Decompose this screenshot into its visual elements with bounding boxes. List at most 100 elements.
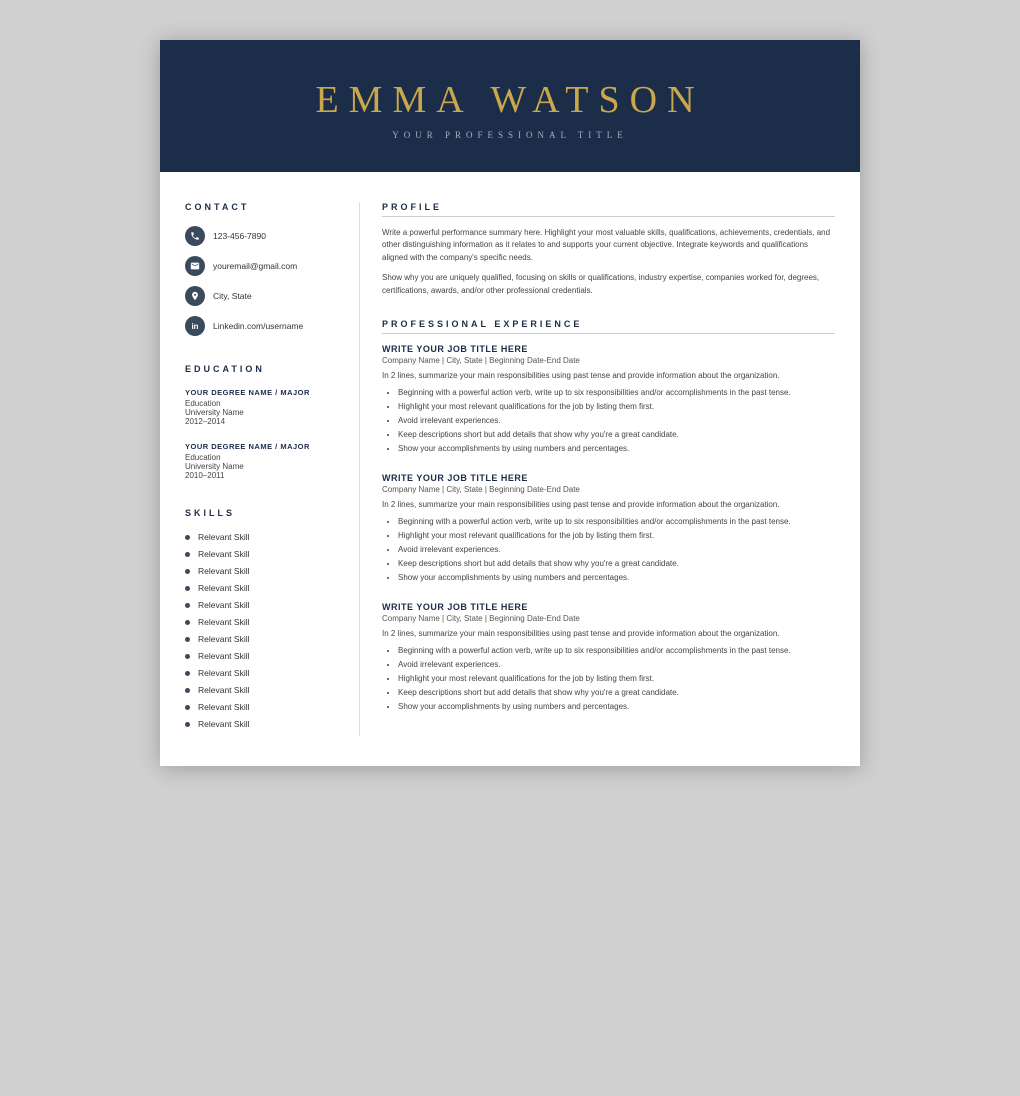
phone-icon [185, 226, 205, 246]
profile-paragraphs: Write a powerful performance summary her… [382, 227, 835, 297]
job-title: WRITE YOUR JOB TITLE HERE [382, 473, 835, 483]
job-summary: In 2 lines, summarize your main responsi… [382, 370, 835, 382]
email-value: youremail@gmail.com [213, 261, 297, 271]
job-bullet-item: Avoid irrelevant experiences. [398, 415, 835, 427]
skill-item: Relevant Skill [185, 685, 339, 695]
skill-bullet [185, 654, 190, 659]
skills-list: Relevant Skill Relevant Skill Relevant Ski… [185, 532, 339, 729]
email-icon [185, 256, 205, 276]
job-summary: In 2 lines, summarize your main responsi… [382, 499, 835, 511]
education-entry-2: YOUR DEGREE NAME / MAJOR Education Unive… [185, 442, 339, 480]
skill-label: Relevant Skill [198, 634, 250, 644]
skill-label: Relevant Skill [198, 617, 250, 627]
resume-header: EMMA WATSON YOUR PROFESSIONAL TITLE [160, 40, 860, 172]
job-summary: In 2 lines, summarize your main responsi… [382, 628, 835, 640]
job-meta: Company Name | City, State | Beginning D… [382, 614, 835, 623]
education-section: EDUCATION YOUR DEGREE NAME / MAJOR Educa… [185, 364, 339, 480]
profile-section: PROFILE Write a powerful performance sum… [382, 202, 835, 297]
job-entry: WRITE YOUR JOB TITLE HERE Company Name | … [382, 473, 835, 584]
job-bullet-item: Keep descriptions short but add details … [398, 687, 835, 699]
skills-section: SKILLS Relevant SkillRelevant SkillRelev… [185, 508, 339, 729]
location-icon [185, 286, 205, 306]
job-meta: Company Name | City, State | Beginning D… [382, 356, 835, 365]
edu-year-1: 2012–2014 [185, 417, 339, 426]
skill-label: Relevant Skill [198, 532, 250, 542]
edu-field-1: Education [185, 399, 339, 408]
skill-bullet [185, 620, 190, 625]
skill-bullet [185, 603, 190, 608]
phone-value: 123-456-7890 [213, 231, 266, 241]
job-bullet-item: Avoid irrelevant experiences. [398, 659, 835, 671]
contact-location: City, State [185, 286, 339, 306]
skill-bullet [185, 637, 190, 642]
skill-label: Relevant Skill [198, 719, 250, 729]
edu-uni-1: University Name [185, 408, 339, 417]
education-entry-1: YOUR DEGREE NAME / MAJOR Education Unive… [185, 388, 339, 426]
skill-item: Relevant Skill [185, 549, 339, 559]
job-bullet-item: Keep descriptions short but add details … [398, 429, 835, 441]
skill-item: Relevant Skill [185, 583, 339, 593]
skill-label: Relevant Skill [198, 600, 250, 610]
skill-bullet [185, 688, 190, 693]
job-bullet-item: Show your accomplishments by using numbe… [398, 701, 835, 713]
contact-linkedin: in Linkedin.com/username [185, 316, 339, 336]
job-bullet-item: Beginning with a powerful action verb, w… [398, 387, 835, 399]
skill-bullet [185, 586, 190, 591]
edu-field-2: Education [185, 453, 339, 462]
job-bullet-item: Show your accomplishments by using numbe… [398, 443, 835, 455]
skill-label: Relevant Skill [198, 566, 250, 576]
jobs-list: WRITE YOUR JOB TITLE HERE Company Name | … [382, 344, 835, 713]
skill-bullet [185, 552, 190, 557]
job-bullets: Beginning with a powerful action verb, w… [382, 387, 835, 455]
job-entry: WRITE YOUR JOB TITLE HERECompany Name | … [382, 602, 835, 713]
skill-item: Relevant Skill [185, 702, 339, 712]
job-bullets: Beginning with a powerful action verb, w… [382, 516, 835, 584]
experience-section-title: PROFESSIONAL EXPERIENCE [382, 319, 835, 334]
professional-title: YOUR PROFESSIONAL TITLE [180, 130, 840, 140]
skill-label: Relevant Skill [198, 702, 250, 712]
left-column: CONTACT 123-456-7890 youremail@gmail.com [160, 202, 360, 736]
skill-bullet [185, 569, 190, 574]
job-bullets: Beginning with a powerful action verb, w… [382, 645, 835, 713]
job-bullet-item: Highlight your most relevant qualificati… [398, 530, 835, 542]
right-column: PROFILE Write a powerful performance sum… [360, 202, 860, 736]
degree-1: YOUR DEGREE NAME / MAJOR [185, 388, 339, 397]
skill-item: Relevant Skill [185, 719, 339, 729]
skill-label: Relevant Skill [198, 685, 250, 695]
contact-email: youremail@gmail.com [185, 256, 339, 276]
skill-bullet [185, 705, 190, 710]
profile-paragraph: Show why you are uniquely qualified, foc… [382, 272, 835, 297]
skill-label: Relevant Skill [198, 668, 250, 678]
skill-item: Relevant Skill [185, 634, 339, 644]
profile-paragraph: Write a powerful performance summary her… [382, 227, 835, 264]
skill-bullet [185, 535, 190, 540]
job-bullet-item: Beginning with a powerful action verb, w… [398, 645, 835, 657]
job-title: WRITE YOUR JOB TITLE HERE [382, 344, 835, 354]
contact-section-title: CONTACT [185, 202, 339, 212]
job-bullet-item: Highlight your most relevant qualificati… [398, 401, 835, 413]
job-bullet-item: Beginning with a powerful action verb, w… [398, 516, 835, 528]
contact-section: CONTACT 123-456-7890 youremail@gmail.com [185, 202, 339, 336]
experience-section: PROFESSIONAL EXPERIENCE WRITE YOUR JOB T… [382, 319, 835, 713]
linkedin-icon: in [185, 316, 205, 336]
location-value: City, State [213, 291, 252, 301]
contact-phone: 123-456-7890 [185, 226, 339, 246]
job-bullet-item: Show your accomplishments by using numbe… [398, 572, 835, 584]
education-section-title: EDUCATION [185, 364, 339, 374]
profile-section-title: PROFILE [382, 202, 835, 217]
skill-bullet [185, 671, 190, 676]
skill-item: Relevant Skill [185, 651, 339, 661]
skill-label: Relevant Skill [198, 583, 250, 593]
job-entry: WRITE YOUR JOB TITLE HERE Company Name | … [382, 344, 835, 455]
linkedin-value: Linkedin.com/username [213, 321, 303, 331]
edu-uni-2: University Name [185, 462, 339, 471]
resume-document: EMMA WATSON YOUR PROFESSIONAL TITLE CONT… [160, 40, 860, 766]
skill-bullet [185, 722, 190, 727]
skill-item: Relevant Skill [185, 600, 339, 610]
job-bullet-item: Keep descriptions short but add details … [398, 558, 835, 570]
skills-section-title: SKILLS [185, 508, 339, 518]
resume-body: CONTACT 123-456-7890 youremail@gmail.com [160, 172, 860, 766]
skill-item: Relevant Skill [185, 566, 339, 576]
job-meta: Company Name | City, State | Beginning D… [382, 485, 835, 494]
candidate-name: EMMA WATSON [180, 78, 840, 122]
